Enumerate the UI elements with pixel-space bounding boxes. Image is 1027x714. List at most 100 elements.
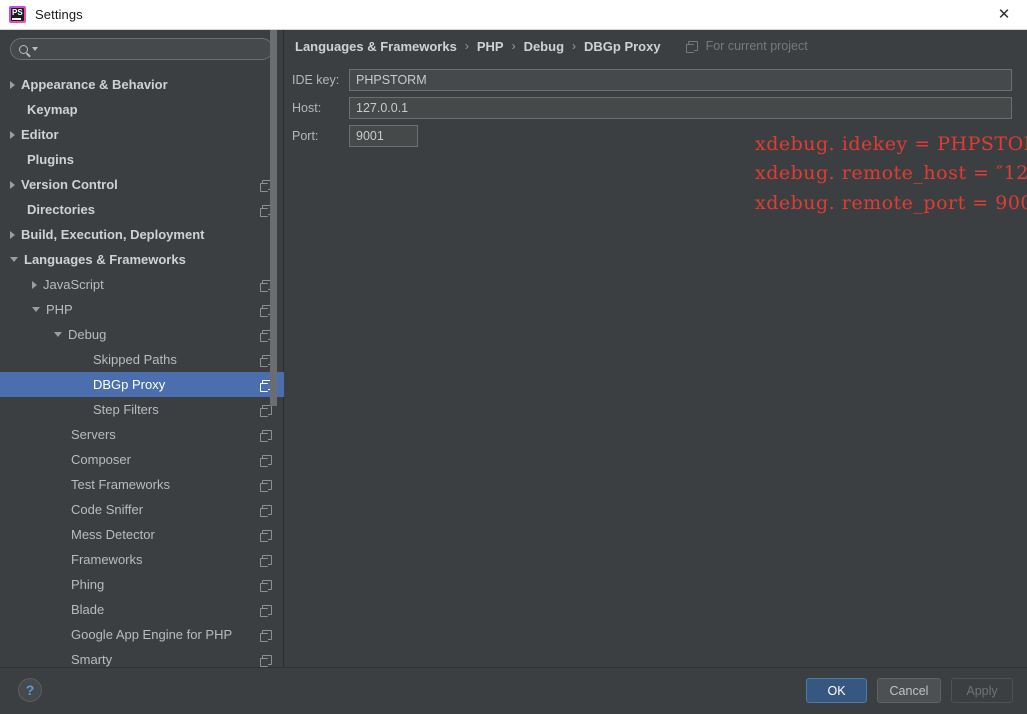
sidebar-item-directories[interactable]: Directories xyxy=(0,197,284,222)
breadcrumb-part[interactable]: DBGp Proxy xyxy=(584,39,661,54)
sidebar-item-debug[interactable]: Debug xyxy=(0,322,284,347)
sidebar-item-label: Test Frameworks xyxy=(71,477,170,492)
sidebar-item-label: Editor xyxy=(21,127,59,142)
chevron-right-icon[interactable] xyxy=(10,80,15,89)
breadcrumb-scope: For current project xyxy=(685,39,808,53)
breadcrumb-separator: › xyxy=(464,39,469,53)
chevron-right-icon[interactable] xyxy=(10,130,15,139)
title-bar: PS Settings ✕ xyxy=(0,0,1027,30)
chevron-right-icon[interactable] xyxy=(32,280,37,289)
sidebar-item-label: Google App Engine for PHP xyxy=(71,627,233,642)
ide-key-field[interactable] xyxy=(349,69,1012,91)
annotation-idekey: xdebug. idekey = PHPSTORM xyxy=(755,133,1027,155)
sidebar-item-label: Keymap xyxy=(27,102,78,117)
settings-tree[interactable]: Appearance & Behavior Keymap Editor Plugins… xyxy=(0,72,284,667)
phpstorm-logo-icon: PS xyxy=(9,6,26,23)
sidebar-item-label: Blade xyxy=(71,602,105,617)
breadcrumb-separator: › xyxy=(511,39,516,53)
chevron-right-icon[interactable] xyxy=(10,180,15,189)
sidebar-item-label: Phing xyxy=(71,577,105,592)
sidebar-item-label: Frameworks xyxy=(71,552,143,567)
host-label: Host: xyxy=(292,101,322,115)
sidebar-item-javascript[interactable]: JavaScript xyxy=(0,272,284,297)
sidebar-item-languages-frameworks[interactable]: Languages & Frameworks xyxy=(0,247,284,272)
settings-sidebar: Appearance & Behavior Keymap Editor Plugins… xyxy=(0,30,284,667)
sidebar-item-label: Debug xyxy=(68,327,107,342)
ok-button[interactable]: OK xyxy=(806,678,867,703)
breadcrumb-part[interactable]: Languages & Frameworks xyxy=(295,39,457,54)
annotation-remote-host: xdebug. remote_host = ″127. 0. 0. 1″ xyxy=(755,162,1027,184)
sidebar-item-frameworks[interactable]: Frameworks xyxy=(0,547,284,572)
sidebar-item-label: Servers xyxy=(71,427,116,442)
sidebar-item-phing[interactable]: Phing xyxy=(0,572,284,597)
dialog-footer xyxy=(0,667,1027,714)
ide-key-row: IDE key: xyxy=(292,66,1027,94)
project-scope-icon xyxy=(260,629,272,642)
dialog-body: Appearance & Behavior Keymap Editor Plugins… xyxy=(0,30,1027,667)
sidebar-item-label: PHP xyxy=(46,302,73,317)
sidebar-item-dbgp-proxy[interactable]: DBGp Proxy xyxy=(0,372,284,397)
sidebar-item-build-execution-deployment[interactable]: Build, Execution, Deployment xyxy=(0,222,284,247)
sidebar-item-version-control[interactable]: Version Control xyxy=(0,172,284,197)
settings-dialog: PS Settings ✕ Appearance & Behavior Keyma… xyxy=(0,0,1027,714)
sidebar-item-plugins[interactable]: Plugins xyxy=(0,147,284,172)
sidebar-item-appearance-behavior[interactable]: Appearance & Behavior xyxy=(0,72,284,97)
search-input[interactable] xyxy=(38,42,272,56)
chevron-down-icon[interactable] xyxy=(10,257,18,262)
sidebar-item-label: Languages & Frameworks xyxy=(24,252,186,267)
settings-main-pane: Languages & Frameworks › PHP › Debug › DBGp Pr… xyxy=(285,30,1027,667)
port-label: Port: xyxy=(292,129,319,143)
sidebar-item-label: Plugins xyxy=(27,152,74,167)
sidebar-item-label: Appearance & Behavior xyxy=(21,77,168,92)
sidebar-item-label: Smarty xyxy=(71,652,113,667)
chevron-right-icon[interactable] xyxy=(10,230,15,239)
sidebar-item-label: DBGp Proxy xyxy=(93,377,166,392)
sidebar-item-label: Code Sniffer xyxy=(71,502,144,517)
sidebar-item-skipped-paths[interactable]: Skipped Paths xyxy=(0,347,284,372)
host-row: Host: xyxy=(292,94,1027,122)
sidebar-scrollbar-thumb[interactable] xyxy=(270,30,277,406)
breadcrumb-part[interactable]: PHP xyxy=(477,39,504,54)
breadcrumb-separator: › xyxy=(572,39,577,53)
annotation-remote-port: xdebug. remote_port = 9001 xyxy=(755,192,1027,214)
search-icon xyxy=(19,44,28,54)
ide-key-label: IDE key: xyxy=(292,73,340,87)
breadcrumb-part[interactable]: Debug xyxy=(524,39,564,54)
cancel-button[interactable]: Cancel xyxy=(877,678,941,703)
sidebar-item-composer[interactable]: Composer xyxy=(0,447,284,472)
sidebar-item-code-sniffer[interactable]: Code Sniffer xyxy=(0,497,284,522)
dbgp-proxy-form: IDE key: Host: Port: xdebug. idekey = PH… xyxy=(285,62,1027,214)
breadcrumb: Languages & Frameworks › PHP › Debug › DBGp Pr… xyxy=(285,30,1027,62)
sidebar-item-php[interactable]: PHP xyxy=(0,297,284,322)
breadcrumb-scope-label: For current project xyxy=(705,39,808,53)
window-title: Settings xyxy=(35,7,83,22)
sidebar-scrollbar[interactable] xyxy=(270,30,277,625)
sidebar-item-editor[interactable]: Editor xyxy=(0,122,284,147)
project-scope-icon xyxy=(260,654,272,667)
chevron-down-icon[interactable] xyxy=(54,332,62,337)
sidebar-item-label: JavaScript xyxy=(43,277,104,292)
sidebar-item-test-frameworks[interactable]: Test Frameworks xyxy=(0,472,284,497)
port-field[interactable] xyxy=(349,125,418,147)
search-area xyxy=(0,30,283,66)
host-field[interactable] xyxy=(349,97,1012,119)
help-button[interactable]: ? xyxy=(18,678,42,702)
sidebar-item-smarty[interactable]: Smarty xyxy=(0,647,284,667)
sidebar-item-label: Skipped Paths xyxy=(93,352,177,367)
project-scope-icon xyxy=(685,41,698,53)
search-box[interactable] xyxy=(10,38,273,60)
sidebar-item-step-filters[interactable]: Step Filters xyxy=(0,397,284,422)
sidebar-item-blade[interactable]: Blade xyxy=(0,597,284,622)
sidebar-item-google-app-engine-for-php[interactable]: Google App Engine for PHP xyxy=(0,622,284,647)
apply-button: Apply xyxy=(951,678,1013,703)
sidebar-item-keymap[interactable]: Keymap xyxy=(0,97,284,122)
sidebar-item-label: Directories xyxy=(27,202,95,217)
sidebar-item-label: Version Control xyxy=(21,177,118,192)
sidebar-item-label: Build, Execution, Deployment xyxy=(21,227,205,242)
close-icon[interactable]: ✕ xyxy=(981,0,1027,29)
sidebar-item-servers[interactable]: Servers xyxy=(0,422,284,447)
sidebar-item-mess-detector[interactable]: Mess Detector xyxy=(0,522,284,547)
sidebar-item-label: Step Filters xyxy=(93,402,159,417)
chevron-down-icon[interactable] xyxy=(32,307,40,312)
sidebar-item-label: Mess Detector xyxy=(71,527,155,542)
